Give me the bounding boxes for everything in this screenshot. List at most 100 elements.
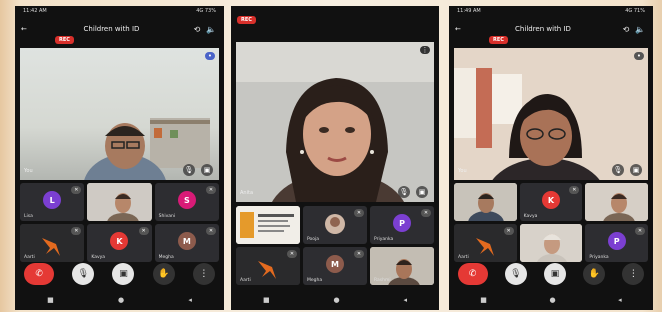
camera-toggle-button[interactable]: ▣ [112, 263, 135, 285]
nav-recents-icon[interactable]: ■ [480, 296, 487, 304]
mic-toggle-button[interactable]: 🎙 [72, 263, 95, 285]
muted-mic-icon: ✕ [354, 250, 364, 258]
recording-badge: REC [237, 16, 256, 24]
camera-toggle-button[interactable]: ▣ [543, 263, 566, 285]
participant-video [519, 224, 583, 262]
participant-tile[interactable]: ✕ K Kavya [519, 183, 583, 221]
participant-grid: ✕ K Kavya ✕ Aarti ✕ P Priyanka [454, 183, 648, 262]
muted-mic-icon: ✕ [71, 227, 82, 235]
participant-tile[interactable]: ✕ M Megha [303, 247, 367, 285]
muted-mic-icon: ✕ [503, 227, 514, 235]
muted-mic-icon: ✕ [287, 250, 297, 258]
participant-tile[interactable] [454, 183, 517, 221]
self-camera-icon[interactable]: ▣ [630, 164, 642, 176]
participant-name: Priyanka [374, 237, 394, 242]
mic-toggle-button[interactable]: 🎙 [504, 263, 527, 285]
participant-tile[interactable]: ✕ L Lisa [20, 183, 85, 221]
muted-mic-icon: ✕ [71, 186, 82, 194]
muted-mic-icon: ✕ [206, 227, 216, 235]
speaking-indicator-icon: • [205, 52, 215, 60]
status-bar: 11:42 AM 4G 73% [15, 6, 224, 18]
main-video-self: • You 🎙 ▣ [20, 48, 219, 180]
participant-name: Lisa [24, 214, 33, 219]
phone-screen-2: REC ⋮ Anita 🎙 ▣ ✕ Pooja ✕ P Priyanka ✕ A… [231, 6, 439, 310]
speaker-mic-icon[interactable]: 🎙 [398, 186, 410, 198]
participant-tile[interactable] [519, 224, 583, 262]
nav-home-icon[interactable]: ● [333, 296, 339, 304]
participant-tile[interactable]: Rashmi [370, 247, 434, 285]
nav-back-icon[interactable]: ◂ [618, 296, 622, 304]
participant-tile[interactable]: ✕ S Shivani [154, 183, 219, 221]
meeting-title: Children with ID [83, 25, 140, 33]
participant-name: Aarti [458, 255, 469, 260]
status-time: 11:49 AM [457, 8, 481, 14]
raise-hand-button[interactable]: ✋ [152, 263, 175, 285]
nav-recents-icon[interactable]: ■ [47, 296, 54, 304]
participant-name: Pooja [307, 237, 320, 242]
participant-tile[interactable] [87, 183, 152, 221]
phone-screen-1: 11:42 AM 4G 73% ← Children with ID ⟲ 🔈 R… [15, 6, 224, 310]
participant-name: Rashmi [374, 278, 391, 283]
participant-tile[interactable]: ✕ Aarti [20, 224, 85, 262]
participant-avatar: P [393, 214, 411, 233]
back-arrow-icon[interactable]: ← [455, 25, 467, 33]
muted-mic-icon: ✕ [421, 209, 431, 217]
end-call-button[interactable]: ✆ [457, 263, 488, 285]
main-video-speaker: ⋮ Anita 🎙 ▣ [236, 42, 434, 202]
nav-back-icon[interactable]: ◂ [188, 296, 192, 304]
participant-tile[interactable] [585, 183, 648, 221]
recording-badge: REC [489, 36, 508, 44]
speaker-icon[interactable]: 🔈 [204, 25, 218, 34]
muted-mic-icon: ✕ [354, 209, 364, 217]
self-mic-icon[interactable]: 🎙 [183, 164, 195, 176]
system-nav-bar: ■ ● ◂ [15, 292, 224, 308]
participant-tile[interactable]: ✕ Aarti [236, 247, 300, 285]
call-header: ← Children with ID ⟲ 🔈 [15, 19, 224, 39]
participant-name: Megha [307, 278, 323, 283]
back-arrow-icon[interactable]: ← [21, 25, 33, 33]
speaker-options-icon[interactable]: ⋮ [420, 46, 430, 54]
self-video-scene [454, 48, 648, 180]
participant-name: Kavya [91, 255, 106, 260]
participant-grid: ✕ Pooja ✕ P Priyanka ✕ Aarti ✕ M Megha R… [236, 206, 434, 285]
end-call-button[interactable]: ✆ [24, 263, 55, 285]
self-mic-icon[interactable]: 🎙 [612, 164, 624, 176]
participant-tile[interactable] [236, 206, 300, 244]
muted-mic-icon: ✕ [206, 186, 216, 194]
participant-tile[interactable]: ✕ Pooja [303, 206, 367, 244]
status-indicators: 4G 71% [625, 8, 645, 14]
nav-home-icon[interactable]: ● [118, 296, 124, 304]
main-video-self: • You 🎙 ▣ [454, 48, 648, 180]
meeting-title: Children with ID [515, 25, 571, 33]
more-options-button[interactable]: ⋮ [192, 263, 215, 285]
raise-hand-button[interactable]: ✋ [583, 263, 606, 285]
nav-back-icon[interactable]: ◂ [404, 296, 408, 304]
participant-video [87, 183, 152, 221]
muted-mic-icon: ✕ [635, 227, 645, 235]
more-options-button[interactable]: ⋮ [622, 263, 645, 285]
participant-avatar: M [326, 255, 344, 274]
system-nav-bar: ■ ● ◂ [231, 292, 439, 308]
nav-home-icon[interactable]: ● [549, 296, 555, 304]
participant-grid: ✕ L Lisa ✕ S Shivani ✕ Aarti ✕ K Kavya ✕… [20, 183, 219, 262]
speaker-camera-icon[interactable]: ▣ [416, 186, 428, 198]
camera-flip-icon[interactable]: ⟲ [190, 25, 204, 34]
self-video-scene [84, 118, 210, 180]
participant-tile[interactable]: ✕ K Kavya [87, 224, 152, 262]
call-controls: ✆ 🎙 ▣ ✋ ⋮ [449, 262, 653, 286]
self-name-label: You [458, 168, 467, 174]
participant-avatar: K [110, 232, 129, 251]
participant-tile[interactable]: ✕ M Megha [154, 224, 219, 262]
participant-name: Priyanka [589, 255, 609, 260]
camera-flip-icon[interactable]: ⟲ [619, 25, 633, 34]
participant-avatar: L [43, 191, 62, 210]
participant-avatar: M [177, 232, 196, 251]
speaker-icon[interactable]: 🔈 [633, 25, 647, 34]
muted-mic-icon: ✕ [569, 186, 580, 194]
self-camera-icon[interactable]: ▣ [201, 164, 213, 176]
participant-tile[interactable]: ✕ Aarti [454, 224, 517, 262]
participant-photo [325, 214, 345, 234]
nav-recents-icon[interactable]: ■ [263, 296, 270, 304]
participant-tile[interactable]: ✕ P Priyanka [585, 224, 648, 262]
participant-tile[interactable]: ✕ P Priyanka [370, 206, 434, 244]
